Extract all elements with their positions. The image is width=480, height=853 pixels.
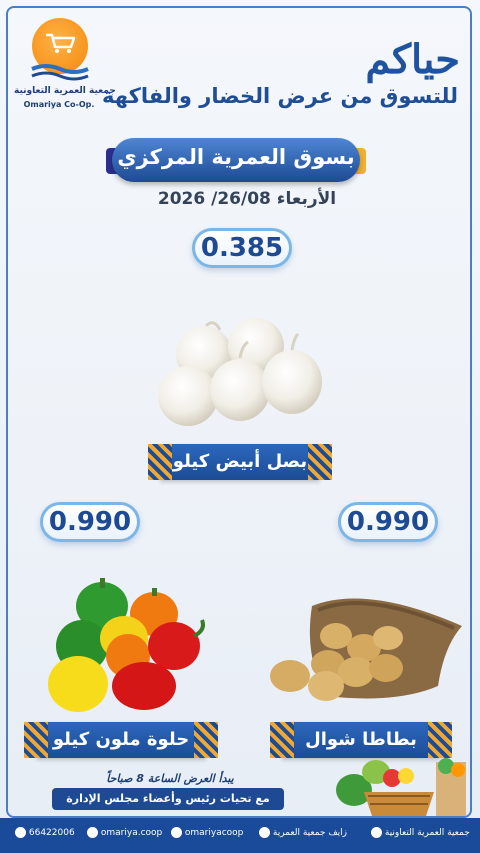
welcome-title: حياكم <box>365 36 460 83</box>
potato-price: 0.990 <box>346 507 430 537</box>
onion-name: بصل أبيض كيلو <box>172 451 308 472</box>
potato-label: بطاطا شوال <box>270 722 452 758</box>
x-contact[interactable]: omariyacoop <box>168 827 243 838</box>
logo-name-en: Omariya Co-Op. <box>23 100 95 109</box>
onion-label: بصل أبيض كيلو <box>148 444 332 480</box>
offer-poster: جمعية العمرية التعاونية Omariya Co-Op. ح… <box>0 0 480 853</box>
youtube-icon <box>371 827 382 838</box>
whatsapp-icon <box>15 827 26 838</box>
onion-price-badge: 0.385 <box>185 228 292 268</box>
instagram-contact[interactable]: omariya.coop <box>84 827 162 838</box>
board-greeting: مع تحيات رئيس وأعضاء مجلس الإدارة <box>52 788 284 810</box>
offer-start-note: يبدأ العرض الساعة 8 صباحاً <box>106 772 234 785</box>
wave-icon <box>31 64 89 81</box>
youtube-contact[interactable]: جمعية العمرية التعاونية <box>368 827 470 838</box>
potato-sack-image <box>270 598 462 701</box>
offer-date: الأربعاء 26/08/ 2026 <box>157 189 337 209</box>
snapchat-handle: زايف جمعية العمرية <box>272 828 347 838</box>
whatsapp-number: 66422006 <box>28 828 75 838</box>
snapchat-contact[interactable]: زايف جمعية العمرية <box>256 827 347 838</box>
market-banner-text: بسوق العمرية المركزي <box>117 145 355 169</box>
potato-price-badge: 0.990 <box>331 502 438 542</box>
youtube-channel: جمعية العمرية التعاونية <box>384 828 470 838</box>
pepper-label: حلوة ملون كيلو <box>24 722 218 758</box>
logo-name-ar: جمعية العمرية التعاونية <box>14 86 116 96</box>
pepper-price-badge: 0.990 <box>33 502 140 542</box>
contact-bar: 66422006 omariya.coop omariyacoop زايف ج… <box>0 818 480 853</box>
logo: جمعية العمرية التعاونية Omariya Co-Op. <box>14 18 116 109</box>
grocery-basket-image <box>336 758 466 816</box>
whatsapp-contact[interactable]: 66422006 <box>12 827 75 838</box>
potato-name: بطاطا شوال <box>305 729 417 750</box>
pepper-name: حلوة ملون كيلو <box>52 729 190 750</box>
subtitle: للتسوق من عرض الخضار والفاكهة <box>102 84 458 108</box>
x-icon <box>171 827 182 838</box>
pepper-image <box>48 578 205 712</box>
x-handle: omariyacoop <box>184 828 244 838</box>
onion-image <box>158 318 322 426</box>
cart-icon <box>46 33 76 53</box>
snapchat-icon <box>259 827 270 838</box>
onion-price: 0.385 <box>200 233 284 263</box>
instagram-icon <box>87 827 98 838</box>
pepper-price: 0.990 <box>48 507 132 537</box>
instagram-handle: omariya.coop <box>100 828 163 838</box>
